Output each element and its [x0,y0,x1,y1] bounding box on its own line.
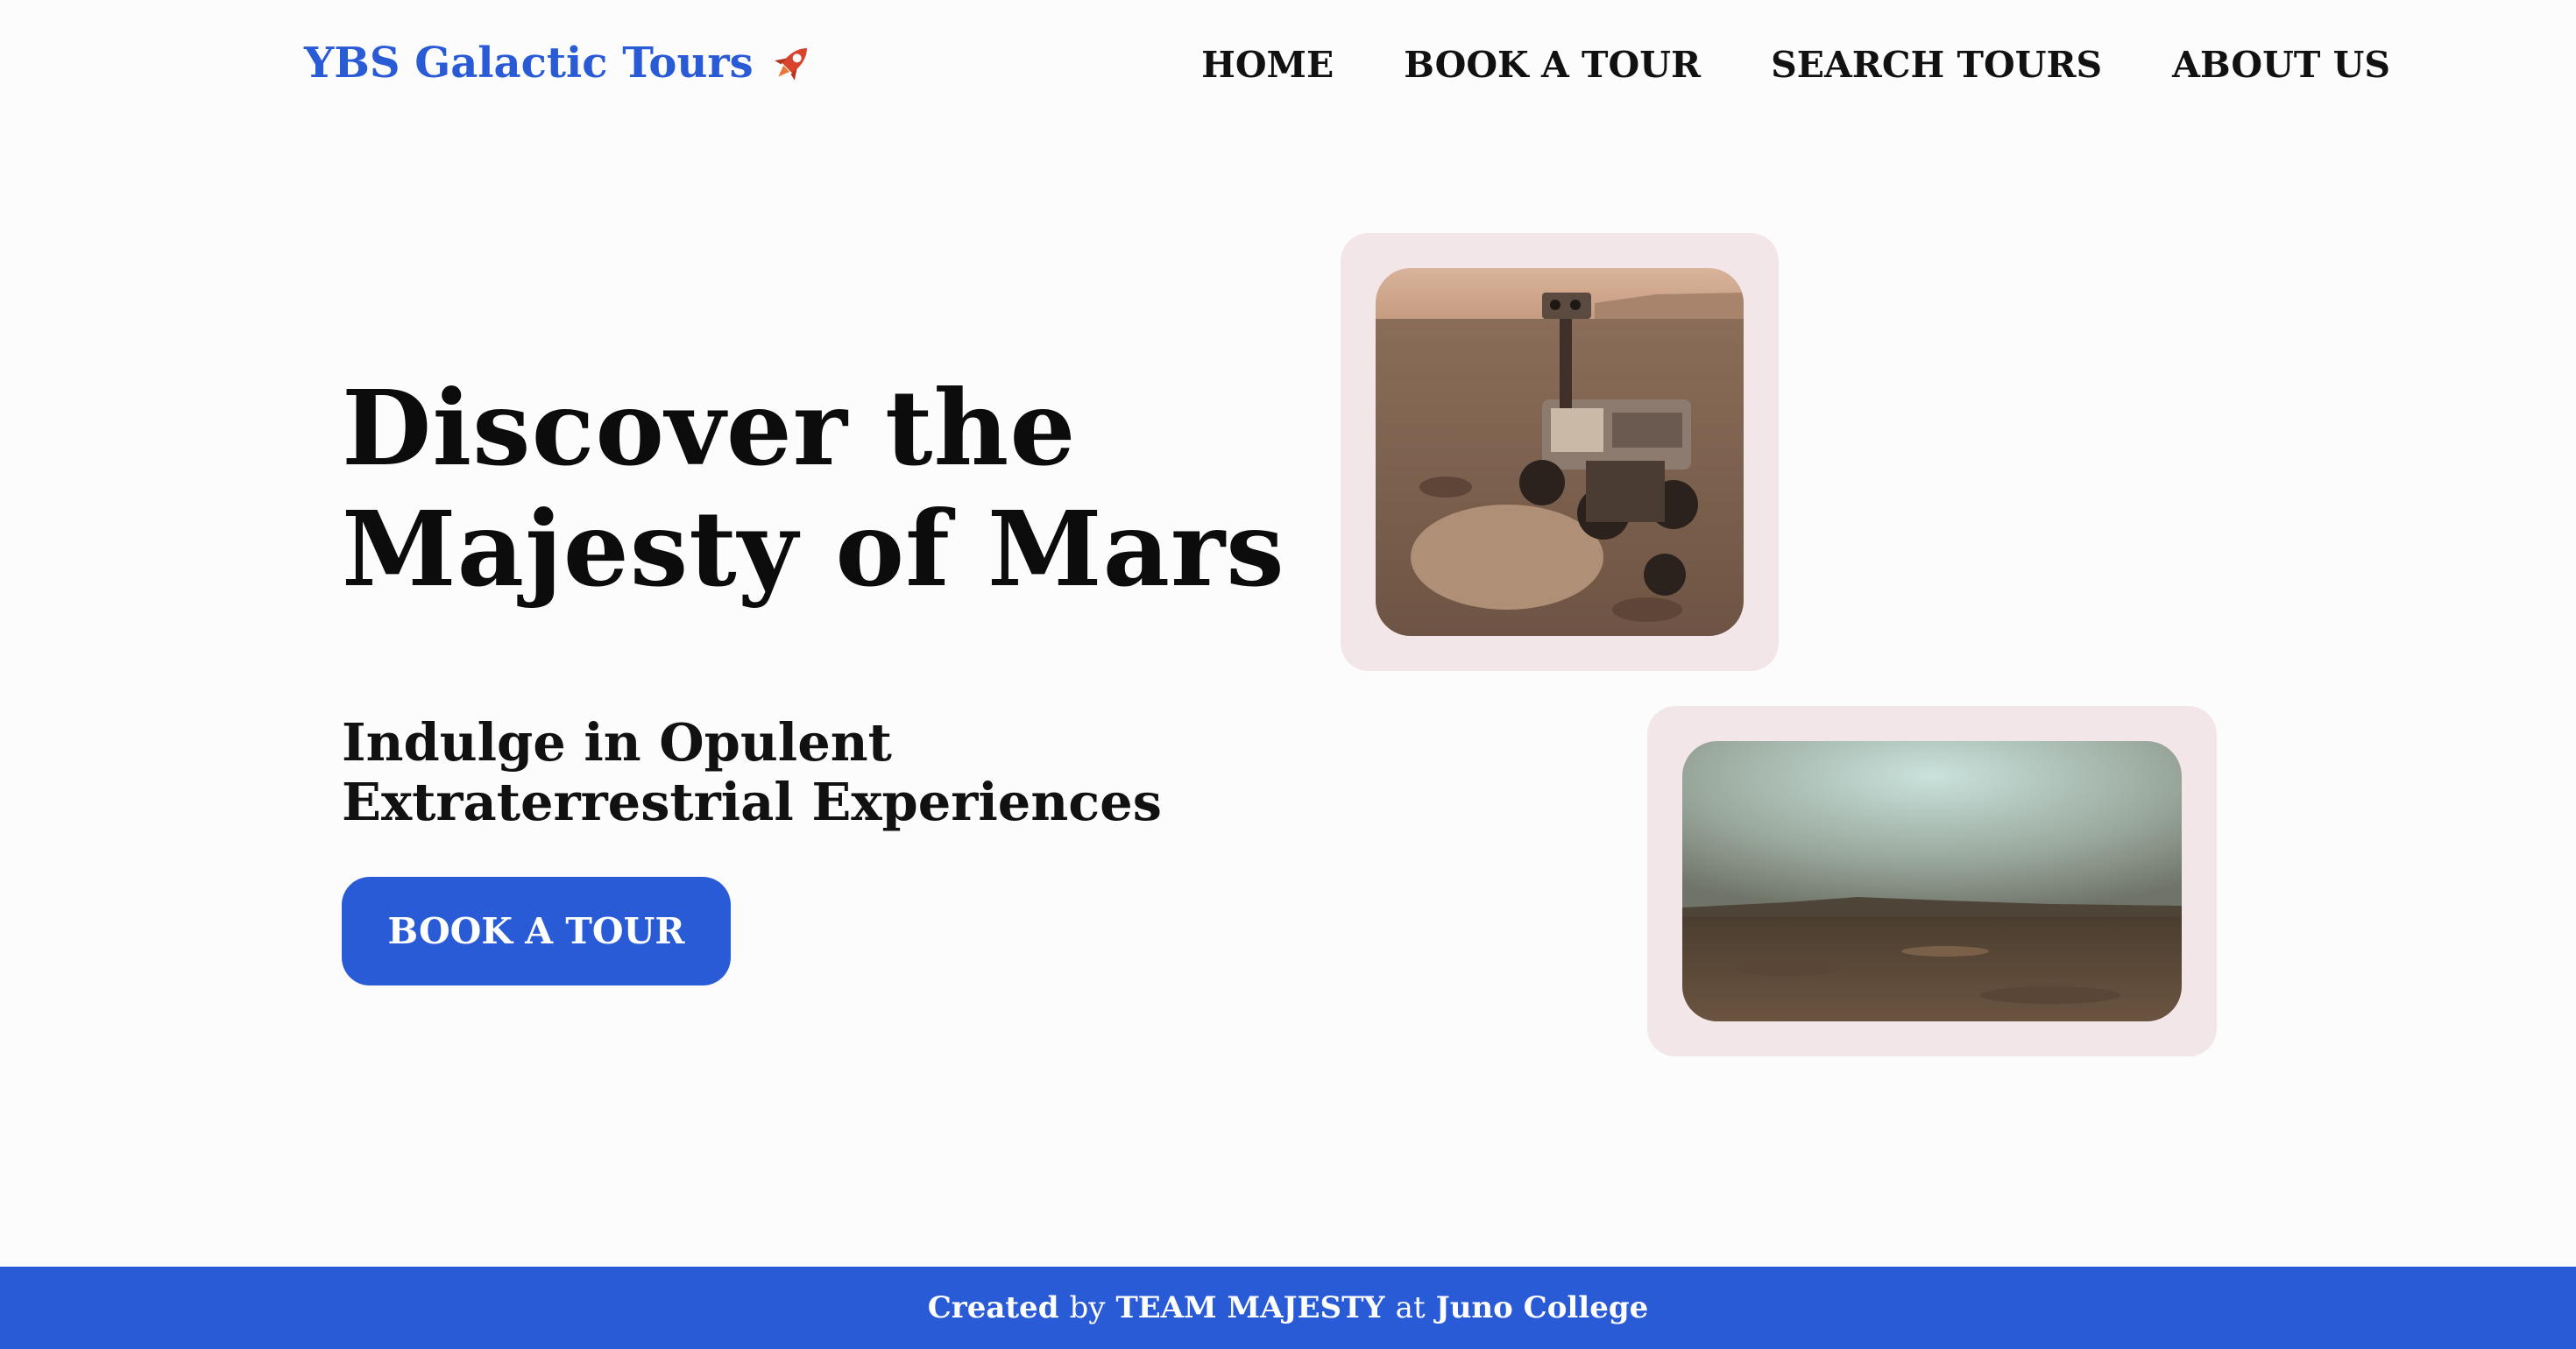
hero-title-line2: Majesty of Mars [342,488,1285,610]
hero-title: Discover the Majesty of Mars [342,368,1285,610]
nav-book-a-tour[interactable]: BOOK A TOUR [1404,44,1701,86]
nav-home[interactable]: HOME [1201,44,1334,86]
landscape-image-frame [1647,706,2217,1056]
rover-image-frame [1341,233,1779,671]
logo-text: YBS Galactic Tours [304,39,754,88]
footer-team: TEAM MAJESTY [1115,1290,1385,1325]
mars-rover-image [1376,268,1744,636]
main-nav: HOME BOOK A TOUR SEARCH TOURS ABOUT US [1201,44,2390,86]
nav-search-tours[interactable]: SEARCH TOURS [1771,44,2102,86]
footer-at: at [1395,1290,1426,1325]
mars-landscape-image [1682,741,2182,1021]
book-a-tour-button[interactable]: BOOK A TOUR [342,877,731,985]
logo-link[interactable]: YBS Galactic Tours [304,39,817,88]
hero-subtitle: Indulge in Opulent Extraterrestrial Expe… [342,712,1162,832]
hero-title-line1: Discover the [342,367,1077,489]
footer-created: Created [927,1290,1059,1325]
site-header: YBS Galactic Tours HOME BOOK A TOUR SEAR… [0,0,2576,140]
footer-school: Juno College [1435,1290,1649,1325]
rocket-icon [774,48,807,81]
site-footer: Created by TEAM MAJESTY at Juno College [0,1267,2576,1349]
nav-about-us[interactable]: ABOUT US [2172,44,2390,86]
footer-by: by [1069,1290,1106,1325]
